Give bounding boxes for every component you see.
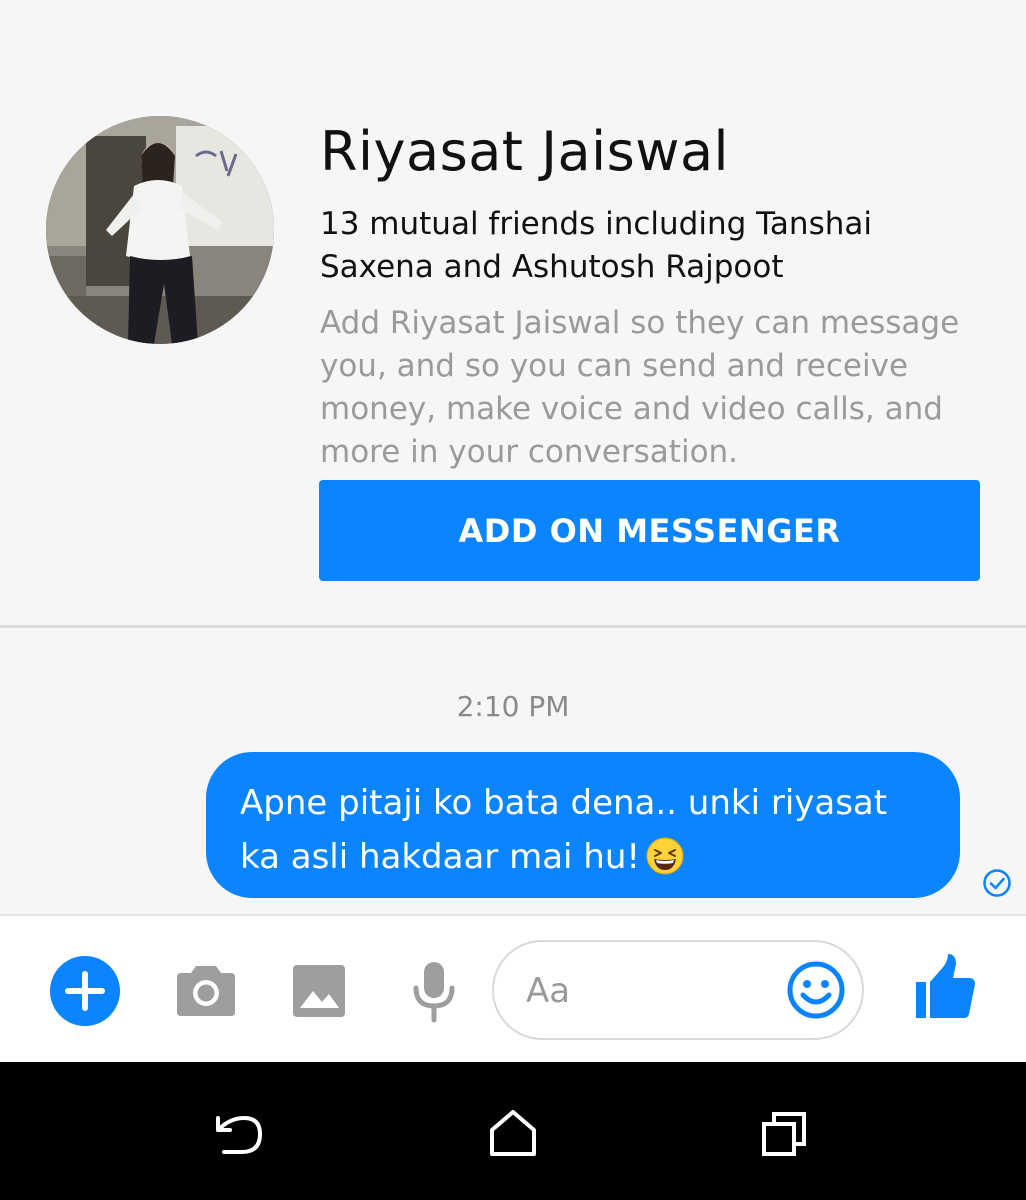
add-on-messenger-button[interactable]: ADD ON MESSENGER <box>319 480 980 581</box>
thumbs-up-icon[interactable] <box>914 954 976 1020</box>
mutual-friends-text: 13 mutual friends including Tanshai Saxe… <box>320 206 872 285</box>
smiley-icon[interactable] <box>786 960 846 1020</box>
message-input-box[interactable] <box>492 940 864 1040</box>
home-icon[interactable] <box>486 1108 540 1158</box>
message-timestamp: 2:10 PM <box>456 690 570 723</box>
system-nav-bar <box>0 1062 1026 1200</box>
plus-icon[interactable] <box>50 956 120 1026</box>
back-icon[interactable] <box>212 1108 266 1158</box>
grinning-squinting-face-icon <box>646 837 684 875</box>
delivered-check-icon <box>982 868 1012 898</box>
message-composer <box>0 914 1026 1064</box>
message-input[interactable] <box>524 962 768 1020</box>
sent-message-bubble[interactable]: Apne pitaji ko bata dena.. unki riyasat … <box>206 752 960 898</box>
message-text: Apne pitaji ko bata dena.. unki riyasat … <box>240 783 888 877</box>
recents-icon[interactable] <box>758 1108 812 1158</box>
section-divider <box>0 625 1026 628</box>
profile-avatar[interactable] <box>46 116 274 344</box>
microphone-icon[interactable] <box>412 960 456 1024</box>
messenger-screen: Riyasat Jaiswal 13 mutual friends includ… <box>0 0 1026 1200</box>
profile-name: Riyasat Jaiswal <box>320 120 730 183</box>
add-description-text: Add Riyasat Jaiswal so they can message … <box>320 305 960 470</box>
profile-header: Riyasat Jaiswal 13 mutual friends includ… <box>0 0 1026 626</box>
image-icon[interactable] <box>292 964 346 1018</box>
camera-icon[interactable] <box>176 964 236 1016</box>
